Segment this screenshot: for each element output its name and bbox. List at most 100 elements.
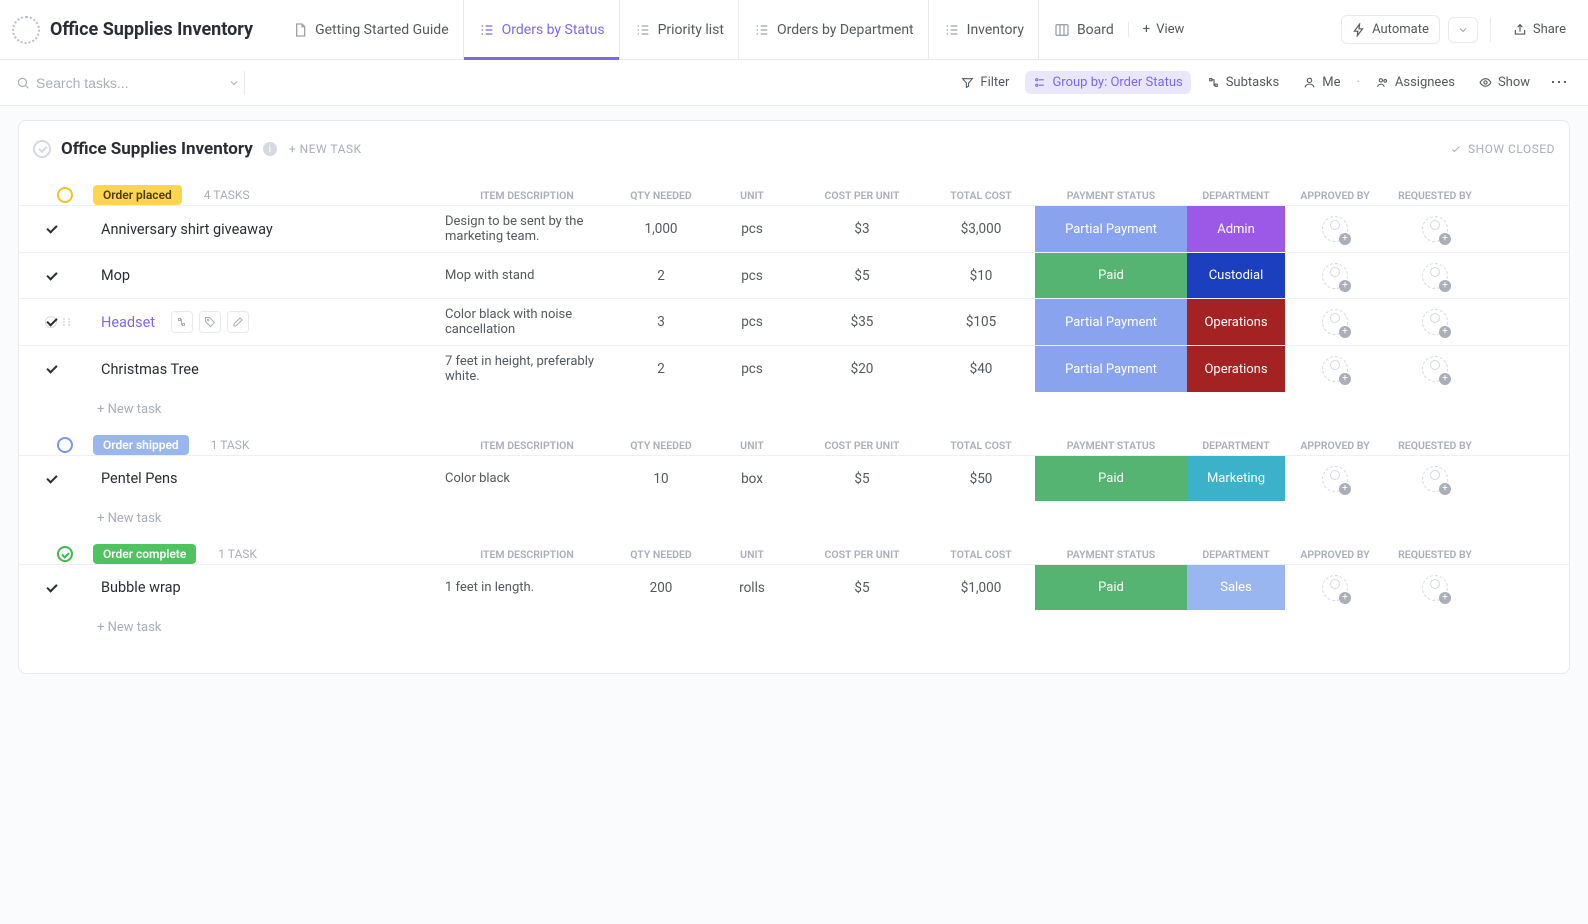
col-department[interactable]: DEPARTMENT [1187, 189, 1285, 202]
requested-by-cell[interactable] [1385, 253, 1485, 298]
col-approved-by[interactable]: APPROVED BY [1285, 189, 1385, 202]
task-row[interactable]: HeadsetColor black with noise cancellati… [19, 298, 1569, 345]
col-cost-per-unit[interactable]: COST PER UNIT [797, 439, 927, 452]
item-description[interactable]: 1 feet in length. [439, 565, 615, 610]
col-qty[interactable]: QTY NEEDED [615, 189, 707, 202]
assignees-button[interactable]: Assignees [1368, 71, 1463, 94]
col-cost-per-unit[interactable]: COST PER UNIT [797, 189, 927, 202]
task-name[interactable]: Christmas Tree [87, 346, 439, 392]
task-row[interactable]: MopMop with stand2pcs$5$10PaidCustodial [19, 252, 1569, 298]
status-pill[interactable]: Order complete [93, 544, 196, 564]
show-closed-button[interactable]: SHOW CLOSED [1450, 142, 1555, 156]
approved-by-cell[interactable] [1285, 206, 1385, 252]
qty-needed[interactable]: 200 [615, 565, 707, 610]
status-circle-icon[interactable] [57, 546, 73, 562]
requested-by-cell[interactable] [1385, 206, 1485, 252]
more-menu-button[interactable]: ⋯ [1546, 72, 1572, 93]
department-tag[interactable]: Operations [1187, 299, 1285, 345]
col-unit[interactable]: UNIT [707, 439, 797, 452]
col-requested-by[interactable]: REQUESTED BY [1385, 189, 1485, 202]
status-circle-icon[interactable] [57, 437, 73, 453]
approved-by-cell[interactable] [1285, 456, 1385, 501]
col-unit[interactable]: UNIT [707, 189, 797, 202]
new-task-button[interactable]: + NEW TASK [289, 142, 362, 156]
department-tag[interactable]: Marketing [1187, 456, 1285, 501]
check-icon[interactable] [45, 269, 59, 283]
subtask-icon[interactable] [171, 311, 193, 333]
task-name[interactable]: Mop [87, 253, 439, 298]
share-button[interactable]: Share [1503, 16, 1576, 43]
requested-by-cell[interactable] [1385, 299, 1485, 345]
item-description[interactable]: Mop with stand [439, 253, 615, 298]
total-cost[interactable]: $105 [927, 299, 1035, 345]
cost-per-unit[interactable]: $5 [797, 456, 927, 501]
item-description[interactable]: 7 feet in height, preferably white. [439, 346, 615, 392]
col-cost-per-unit[interactable]: COST PER UNIT [797, 548, 927, 561]
qty-needed[interactable]: 2 [615, 253, 707, 298]
new-task-row[interactable]: + New task [19, 392, 1569, 417]
task-name[interactable]: Bubble wrap [87, 565, 439, 610]
tab-orders-by-status[interactable]: Orders by Status [463, 0, 619, 59]
unit[interactable]: box [707, 456, 797, 501]
cost-per-unit[interactable]: $5 [797, 253, 927, 298]
task-name[interactable]: Anniversary shirt giveaway [87, 206, 439, 252]
total-cost[interactable]: $50 [927, 456, 1035, 501]
requested-by-cell[interactable] [1385, 456, 1485, 501]
item-description[interactable]: Color black with noise cancellation [439, 299, 615, 345]
collapse-icon[interactable] [33, 140, 51, 158]
approved-by-cell[interactable] [1285, 565, 1385, 610]
col-requested-by[interactable]: REQUESTED BY [1385, 439, 1485, 452]
total-cost[interactable]: $1,000 [927, 565, 1035, 610]
automate-button[interactable]: Automate [1341, 15, 1440, 44]
payment-status-tag[interactable]: Partial Payment [1035, 346, 1187, 392]
edit-icon[interactable] [227, 311, 249, 333]
cost-per-unit[interactable]: $3 [797, 206, 927, 252]
check-icon[interactable] [45, 222, 59, 236]
automate-chevron[interactable] [1448, 17, 1478, 43]
item-description[interactable]: Design to be sent by the marketing team. [439, 206, 615, 252]
new-task-row[interactable]: + New task [19, 610, 1569, 635]
total-cost[interactable]: $40 [927, 346, 1035, 392]
col-approved-by[interactable]: APPROVED BY [1285, 439, 1385, 452]
col-item-description[interactable]: ITEM DESCRIPTION [439, 189, 615, 202]
col-approved-by[interactable]: APPROVED BY [1285, 548, 1385, 561]
check-icon[interactable] [45, 362, 59, 376]
col-item-description[interactable]: ITEM DESCRIPTION [439, 548, 615, 561]
me-button[interactable]: Me [1295, 71, 1348, 94]
unit[interactable]: pcs [707, 206, 797, 252]
payment-status-tag[interactable]: Paid [1035, 253, 1187, 298]
cost-per-unit[interactable]: $5 [797, 565, 927, 610]
add-view-button[interactable]: + View [1128, 22, 1199, 37]
tab-board[interactable]: Board [1038, 0, 1128, 59]
department-tag[interactable]: Admin [1187, 206, 1285, 252]
total-cost[interactable]: $3,000 [927, 206, 1035, 252]
department-tag[interactable]: Sales [1187, 565, 1285, 610]
qty-needed[interactable]: 1,000 [615, 206, 707, 252]
search-input[interactable] [36, 75, 216, 91]
status-circle-icon[interactable] [57, 187, 73, 203]
col-item-description[interactable]: ITEM DESCRIPTION [439, 439, 615, 452]
tab-priority-list[interactable]: Priority list [619, 0, 738, 59]
status-pill[interactable]: Order placed [93, 185, 182, 205]
task-row[interactable]: Bubble wrap1 feet in length.200rolls$5$1… [19, 564, 1569, 610]
cost-per-unit[interactable]: $35 [797, 299, 927, 345]
task-row[interactable]: Anniversary shirt giveawayDesign to be s… [19, 205, 1569, 252]
check-icon[interactable] [45, 315, 59, 329]
col-payment-status[interactable]: PAYMENT STATUS [1035, 189, 1187, 202]
show-button[interactable]: Show [1471, 71, 1538, 94]
payment-status-tag[interactable]: Partial Payment [1035, 206, 1187, 252]
col-requested-by[interactable]: REQUESTED BY [1385, 548, 1485, 561]
unit[interactable]: pcs [707, 346, 797, 392]
tab-inventory[interactable]: Inventory [928, 0, 1038, 59]
col-unit[interactable]: UNIT [707, 548, 797, 561]
approved-by-cell[interactable] [1285, 346, 1385, 392]
department-tag[interactable]: Custodial [1187, 253, 1285, 298]
approved-by-cell[interactable] [1285, 299, 1385, 345]
tab-getting-started-guide[interactable]: Getting Started Guide [277, 0, 463, 59]
col-qty[interactable]: QTY NEEDED [615, 439, 707, 452]
tag-icon[interactable] [199, 311, 221, 333]
col-department[interactable]: DEPARTMENT [1187, 439, 1285, 452]
new-task-row[interactable]: + New task [19, 501, 1569, 526]
check-icon[interactable] [45, 581, 59, 595]
col-total-cost[interactable]: TOTAL COST [927, 548, 1035, 561]
